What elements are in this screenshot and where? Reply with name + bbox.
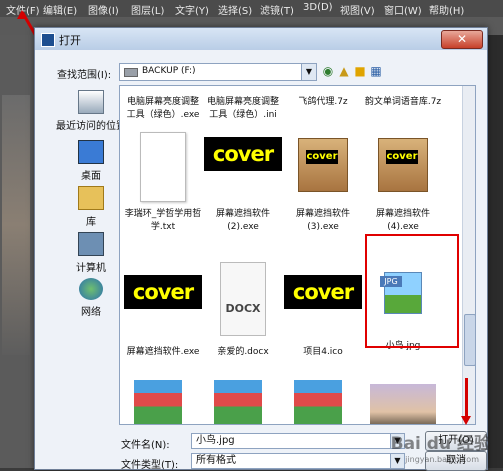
scrollbar-thumb[interactable]: [464, 314, 475, 366]
place-label: 桌面: [81, 171, 101, 182]
filename-label: 文件名(N):: [121, 440, 170, 451]
cover-thumbnail: cover: [124, 270, 202, 314]
menu-layer[interactable]: 图层(L): [131, 2, 164, 17]
file-name: 屏幕遮挡软件(2).exe: [215, 209, 270, 232]
ps-menubar: 文件(F) 编辑(E) 图像(I) 图层(L) 文字(Y) 选择(S) 滤镜(T…: [0, 0, 503, 17]
winrar-icon[interactable]: [294, 380, 342, 424]
chevron-down-icon[interactable]: ▼: [301, 64, 316, 80]
menu-help[interactable]: 帮助(H): [429, 2, 464, 17]
place-label: 最近访问的位置: [56, 121, 126, 132]
baidu-watermark: Bai du 经验: [390, 434, 491, 454]
dialog-title: 打开: [59, 34, 81, 47]
place-label: 网络: [81, 307, 101, 318]
file-name: 韵文单词语音库.7z: [364, 97, 442, 107]
cover-mini-label: cover: [306, 150, 338, 164]
menu-image[interactable]: 图像(I): [88, 2, 119, 17]
winrar-icon[interactable]: [214, 380, 262, 424]
lookin-value: BACKUP (F:): [142, 66, 196, 76]
lookin-label: 查找范围(I):: [57, 70, 112, 81]
annotation-arrow-bottom: [465, 378, 468, 418]
text-file-icon: [140, 132, 186, 202]
filename-input[interactable]: 小鸟.jpg ▼: [191, 433, 405, 449]
menu-window[interactable]: 窗口(W): [384, 2, 422, 17]
open-dialog: 打开 ✕ 查找范围(I): BACKUP (F:) ▼ ◉ ▲ ■ ▦ 最近访问…: [34, 27, 488, 471]
filetype-value: 所有格式: [196, 455, 236, 466]
package-icon: [298, 138, 348, 192]
file-name: 项目4.ico: [303, 347, 343, 357]
cover-thumbnail: cover: [284, 270, 362, 314]
place-desktop[interactable]: 桌面: [55, 140, 127, 182]
ps-tools-panel: [0, 35, 34, 468]
file-name: 屏幕遮挡软件(3).exe: [295, 209, 350, 232]
file-name: 屏幕遮挡软件.exe: [126, 347, 200, 357]
menu-3d[interactable]: 3D(D): [303, 2, 333, 13]
annotation-arrow-bottom-head: [461, 416, 471, 425]
cover-thumbnail: cover: [204, 132, 282, 176]
library-icon: [78, 186, 104, 210]
lookin-select[interactable]: BACKUP (F:) ▼: [119, 63, 317, 81]
photo-thumbnail[interactable]: [370, 384, 436, 424]
close-button[interactable]: ✕: [441, 30, 483, 49]
place-recent[interactable]: 最近访问的位置: [55, 90, 127, 132]
place-label: 计算机: [76, 263, 106, 274]
file-name: 电脑屏幕亮度调整工具（绿色）.ini: [206, 97, 279, 120]
up-folder-icon[interactable]: ▲: [337, 63, 351, 79]
file-name: 亲爱的.docx: [217, 347, 269, 357]
winrar-icon[interactable]: [134, 380, 182, 424]
place-library[interactable]: 库: [55, 186, 127, 228]
place-computer[interactable]: 计算机: [55, 232, 127, 274]
place-label: 库: [86, 217, 96, 228]
docx-label: DOCX: [225, 302, 261, 315]
recent-icon: [78, 90, 104, 114]
menu-text[interactable]: 文字(Y): [175, 2, 209, 17]
baidu-watermark-url: jingyan.baidu.com: [405, 455, 479, 464]
annotation-arrow-top-head: [17, 10, 27, 19]
package-icon: [378, 138, 428, 192]
file-name: 屏幕遮挡软件(4).exe: [375, 209, 430, 232]
cover-mini-label: cover: [386, 150, 418, 164]
dialog-titlebar: 打开 ✕: [35, 28, 487, 50]
computer-icon: [78, 232, 104, 256]
filename-value: 小鸟.jpg: [196, 435, 235, 446]
new-folder-icon[interactable]: ■: [353, 63, 367, 79]
file-name: 电脑屏幕亮度调整工具（绿色）.exe: [126, 97, 200, 120]
chevron-down-icon[interactable]: ▼: [390, 454, 404, 468]
back-icon[interactable]: ◉: [321, 63, 335, 79]
drive-icon: [124, 68, 138, 77]
view-menu-icon[interactable]: ▦: [369, 63, 383, 79]
menu-edit[interactable]: 编辑(E): [43, 2, 77, 17]
network-icon: [79, 278, 103, 300]
vertical-scrollbar[interactable]: [462, 86, 475, 424]
filetype-label: 文件类型(T):: [121, 460, 179, 471]
menu-view[interactable]: 视图(V): [340, 2, 375, 17]
app-icon: [41, 33, 55, 47]
file-name: 李瑞环_学哲学用哲学.txt: [124, 209, 202, 232]
desktop-icon: [78, 140, 104, 164]
menu-select[interactable]: 选择(S): [218, 2, 252, 17]
filetype-select[interactable]: 所有格式 ▼: [191, 453, 405, 469]
file-name: 飞鸽代理.7z: [298, 97, 348, 107]
highlight-box: [365, 234, 459, 348]
docx-icon: [220, 262, 266, 336]
place-network[interactable]: 网络: [55, 278, 127, 318]
menu-filter[interactable]: 滤镜(T): [260, 2, 294, 17]
